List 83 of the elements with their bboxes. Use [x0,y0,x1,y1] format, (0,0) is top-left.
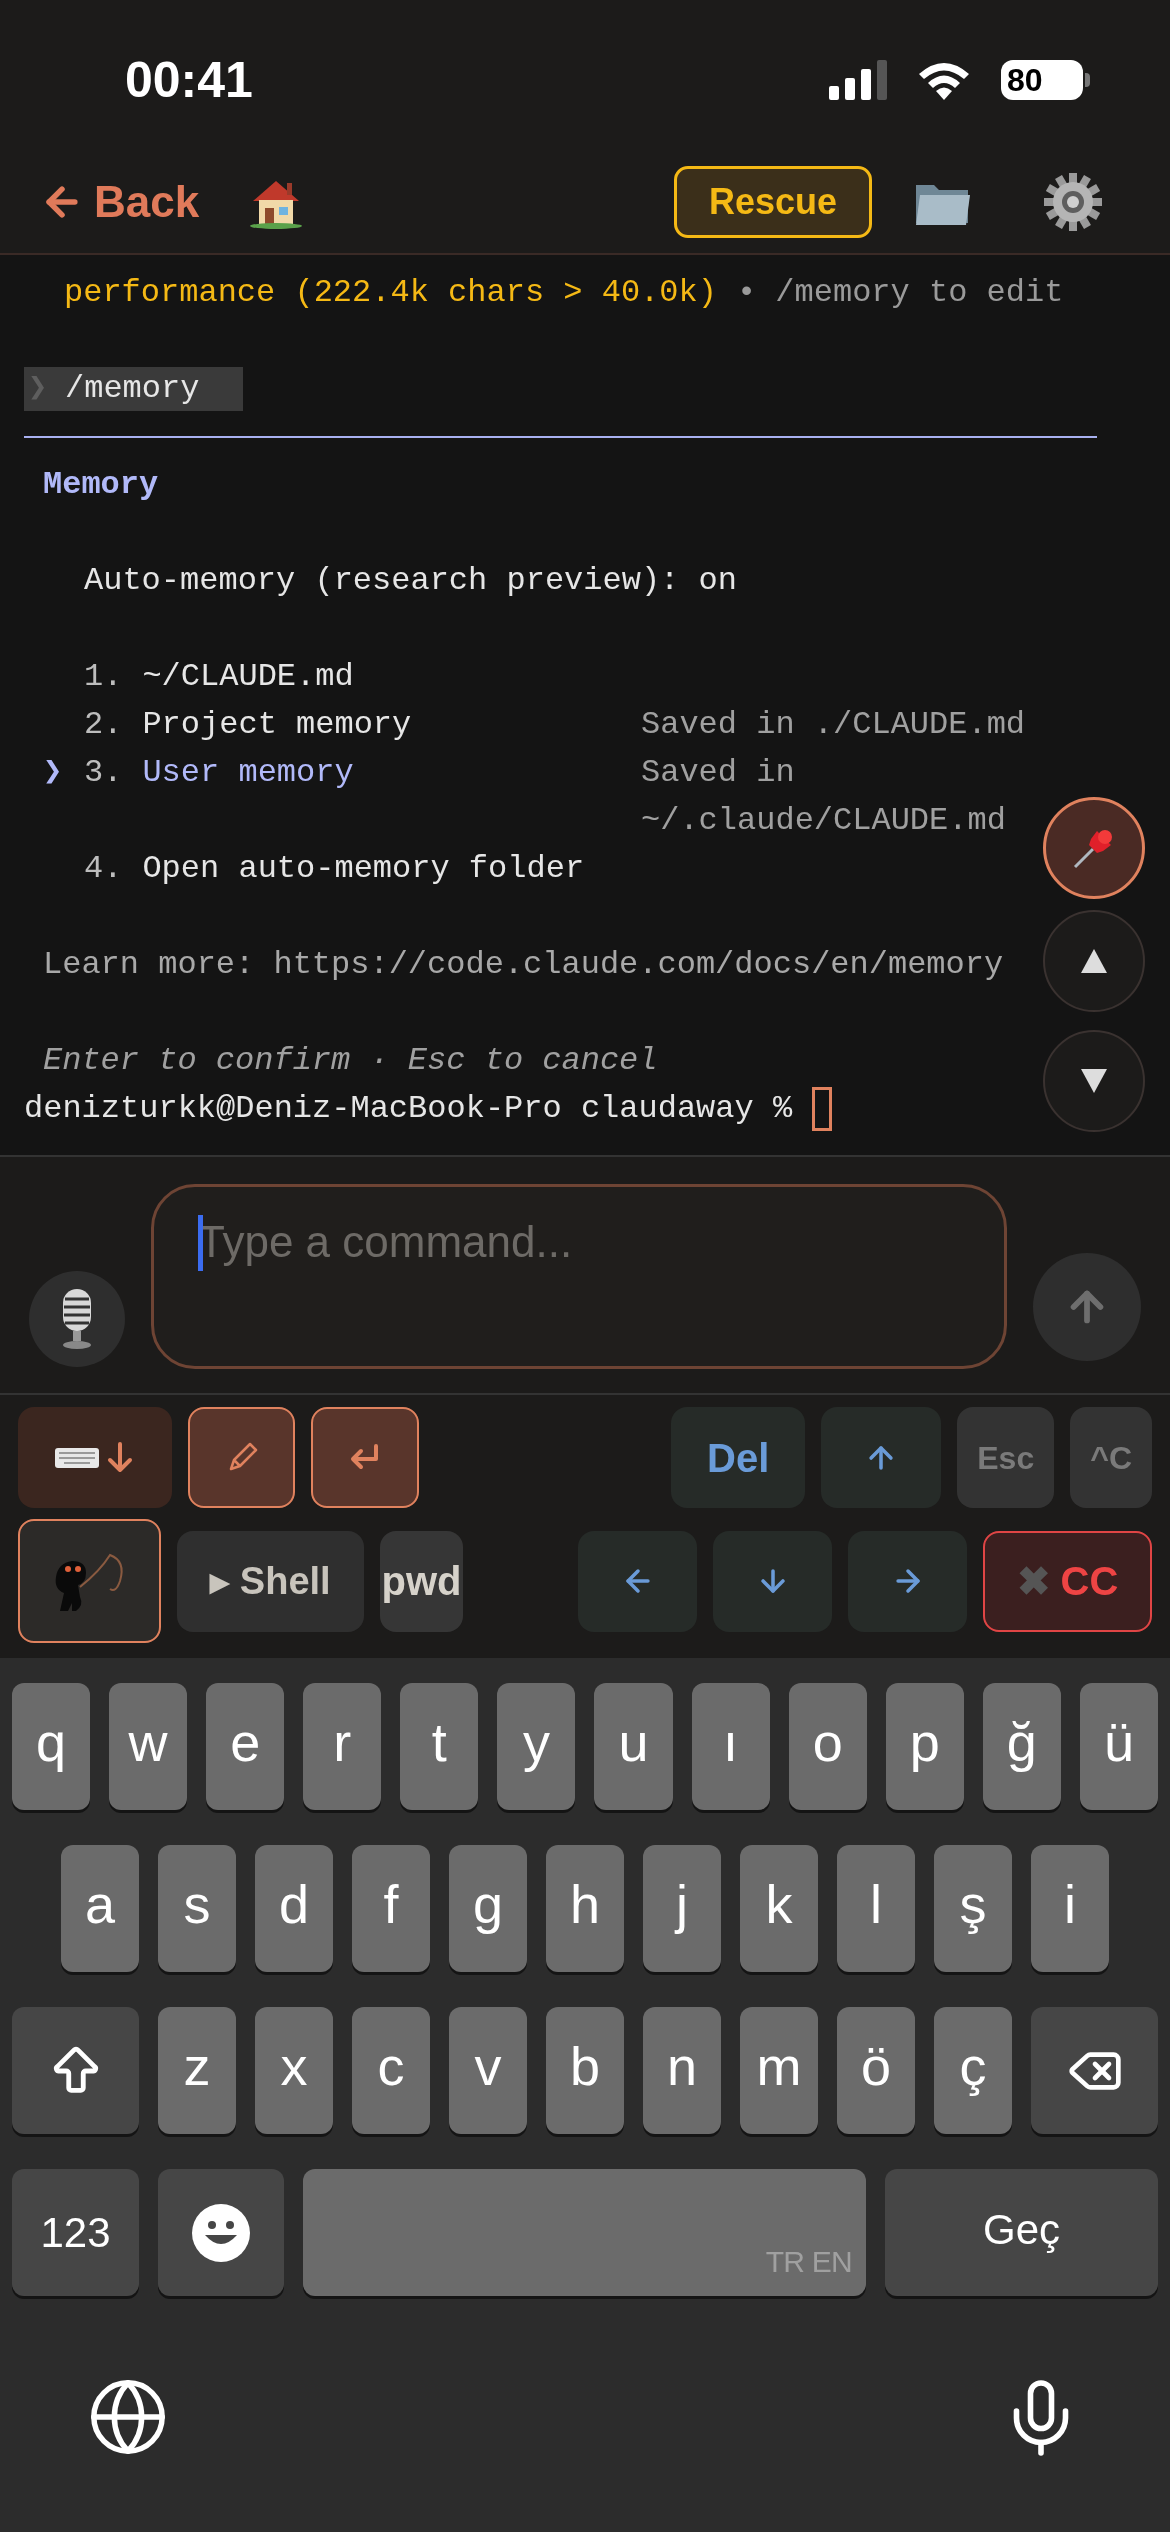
letter-key[interactable]: ç [934,2007,1012,2134]
terminal-cursor [812,1087,833,1131]
option-number: 3. [84,753,123,793]
backspace-key[interactable] [1031,2007,1158,2134]
letter-key[interactable]: l [837,1845,915,1972]
battery-tip-icon [1085,73,1090,87]
letter-key[interactable]: j [643,1845,721,1972]
letter-key[interactable]: x [255,2007,333,2134]
option-number: 1. [84,657,123,697]
letter-key[interactable]: y [497,1683,576,1810]
escape-key[interactable]: Esc [957,1407,1055,1508]
cancel-button[interactable]: ✖ CC [983,1530,1152,1632]
option-number: 4. [84,849,123,889]
settings-icon[interactable] [1042,170,1104,233]
letter-key[interactable]: c [352,2007,430,2134]
letter-key[interactable]: b [546,2007,624,2134]
numbers-key[interactable]: 123 [12,2169,139,2296]
hide-keyboard-button[interactable] [18,1407,172,1508]
selection-pointer: ❯ [43,753,64,793]
letter-key[interactable]: w [109,1683,188,1810]
dinosaur-button[interactable] [18,1519,161,1643]
letter-key[interactable]: v [449,2007,527,2134]
clock-time: 00:41 [125,50,253,110]
control-c-key[interactable]: ^C [1070,1407,1152,1508]
letter-key[interactable]: m [740,2007,818,2134]
shift-key[interactable] [12,2007,139,2134]
letter-key[interactable]: ı [691,1683,770,1810]
return-key[interactable]: Geç [885,2169,1158,2296]
shell-prompt: denizturkk@Deniz-MacBook-Pro claudaway % [24,1089,793,1129]
shell-button[interactable]: ▸ Shell [177,1530,364,1632]
emoji-key[interactable] [158,2169,284,2296]
letter-key[interactable]: r [303,1683,382,1810]
letter-key[interactable]: s [158,1845,236,1972]
prompt-mark: ❯ [27,369,49,409]
edit-button[interactable] [188,1407,295,1508]
letter-key[interactable]: q [12,1683,91,1810]
letter-key[interactable]: k [740,1845,818,1972]
triangle-down-icon [1081,1069,1107,1093]
hint-text: • /memory to edit [736,273,1064,313]
letter-key[interactable]: f [352,1845,430,1972]
letter-key[interactable]: ü [1079,1683,1158,1810]
letter-key[interactable]: i [1031,1845,1109,1972]
option-label[interactable]: Open auto-memory folder [142,845,585,893]
enter-button[interactable] [311,1407,419,1508]
learn-more-text: Learn more: https://code.claude.com/docs/en/memory [43,945,1004,985]
command-text: /memory [65,369,200,409]
option-label[interactable]: User memory [142,749,354,845]
back-button[interactable]: Back [40,168,200,235]
letter-key[interactable]: h [546,1845,624,1972]
battery-percent: 80 [1007,64,1043,96]
letter-key[interactable]: ş [934,1845,1012,1972]
triangle-up-icon [1081,949,1107,973]
cancel-label: CC [1060,1558,1119,1605]
cross-mark: ✖ [1016,1558,1051,1605]
letter-key[interactable]: e [206,1683,285,1810]
option-note: Saved in ./CLAUDE.md [641,705,1027,745]
letter-key[interactable]: z [158,2007,236,2134]
rescue-button[interactable]: Rescue [674,165,872,238]
wifi-icon [917,60,971,100]
option-number: 2. [84,705,123,745]
option-note: Saved in ~/.claude/CLAUDE.md [641,753,1007,841]
letter-key[interactable]: a [61,1845,139,1972]
signal-icon [829,60,887,100]
letter-key[interactable]: u [594,1683,673,1810]
letter-key[interactable]: p [885,1683,964,1810]
letter-key[interactable]: o [788,1683,867,1810]
letter-key[interactable]: ö [837,2007,915,2134]
command-input[interactable]: Type a command... [151,1184,1007,1369]
delete-key[interactable]: Del [671,1407,806,1508]
letter-key[interactable]: ğ [982,1683,1061,1810]
letter-key[interactable]: d [255,1845,333,1972]
letter-key[interactable]: g [449,1845,527,1972]
footer-hint: Enter to confirm · Esc to cancel [43,1041,658,1081]
letter-key[interactable]: t [400,1683,479,1810]
pwd-button[interactable]: pwd [380,1530,463,1632]
warning-text: performance (222.4k chars > 40.0k) [64,273,717,313]
option-label[interactable]: Project memory [142,701,412,749]
panel-title: Memory [43,465,159,505]
status-text: Auto-memory (research preview): on [84,561,737,601]
letter-key[interactable]: n [643,2007,721,2134]
option-label[interactable]: ~/CLAUDE.md [142,653,354,701]
text-cursor [198,1215,203,1271]
emoji-icon [191,2202,251,2263]
